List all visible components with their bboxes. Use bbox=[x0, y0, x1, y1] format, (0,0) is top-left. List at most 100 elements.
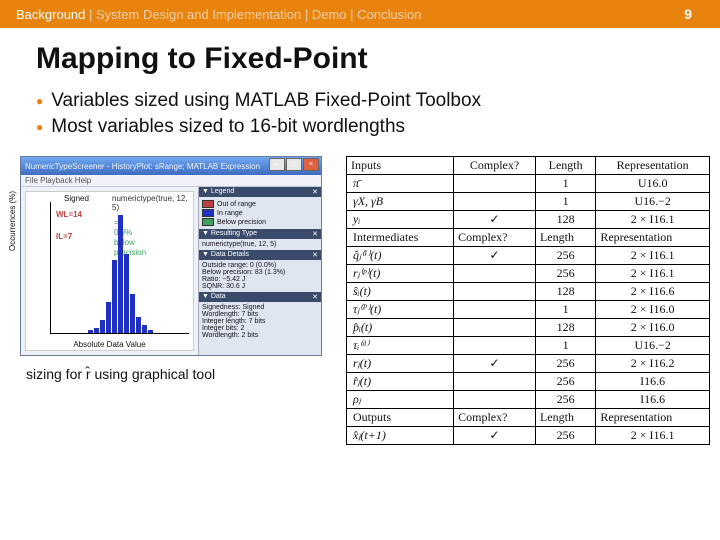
bullet-icon: ● bbox=[36, 116, 43, 138]
section-header: Length bbox=[535, 229, 595, 247]
table-row: q̂ⱼ⁽ᴵ⁾(t)✓2562 × I16.1 bbox=[347, 247, 710, 265]
figure-wrap: NumericTypeScreener - HistoryPlot: sRang… bbox=[20, 156, 340, 445]
histogram-bars bbox=[51, 202, 189, 333]
complex-cell: ✓ bbox=[454, 355, 536, 373]
table-header: Length bbox=[535, 157, 595, 175]
page-number: 9 bbox=[684, 0, 692, 28]
length-cell: 128 bbox=[535, 211, 595, 229]
table-row: γX, γB1U16.−2 bbox=[347, 193, 710, 211]
repr-cell: 2 × I16.0 bbox=[596, 319, 710, 337]
nav-demo[interactable]: Demo bbox=[312, 7, 347, 22]
var-name: ρⱼ bbox=[347, 391, 454, 409]
window-menu[interactable]: File Playback Help bbox=[21, 175, 321, 187]
matlab-window: NumericTypeScreener - HistoryPlot: sRang… bbox=[20, 156, 322, 356]
variable-table: InputsComplex?LengthRepresentationπ̄1U16… bbox=[346, 156, 710, 445]
length-cell: 256 bbox=[535, 265, 595, 283]
length-cell: 1 bbox=[535, 337, 595, 355]
legend-label: In range bbox=[217, 210, 243, 217]
complex-cell bbox=[454, 337, 536, 355]
panel-line: Wordlength: 7 bits bbox=[202, 311, 318, 318]
table-row: ρⱼ 256I16.6 bbox=[347, 391, 710, 409]
table-row: τⱼ⁽ᴾ⁾(t)12 × I16.0 bbox=[347, 301, 710, 319]
table-row: rⱼ(t)✓2562 × I16.2 bbox=[347, 355, 710, 373]
breadcrumb: Background | System Design and Implement… bbox=[16, 7, 422, 22]
panel-line: Wordlength: 2 bits bbox=[202, 332, 318, 339]
repr-cell: 2 × I16.1 bbox=[596, 211, 710, 229]
panel-line: numerictype(true, 12, 5) bbox=[202, 241, 318, 248]
table-row: p̂ᵢ(t) 1282 × I16.0 bbox=[347, 319, 710, 337]
complex-cell: ✓ bbox=[454, 427, 536, 445]
repr-cell: 2 × I16.1 bbox=[596, 247, 710, 265]
bar bbox=[112, 260, 117, 333]
complex-cell bbox=[454, 319, 536, 337]
figure-caption: sizing for r̂ using graphical tool bbox=[26, 366, 340, 382]
complex-cell bbox=[454, 391, 536, 409]
length-cell: 256 bbox=[535, 427, 595, 445]
var-name: π̄ bbox=[347, 175, 454, 193]
var-name: q̂ⱼ⁽ᴵ⁾(t) bbox=[347, 247, 454, 265]
section-header: Length bbox=[535, 409, 595, 427]
section-header: Representation bbox=[596, 409, 710, 427]
bar bbox=[136, 317, 141, 333]
panel-line: Integer length: 7 bits bbox=[202, 318, 318, 325]
bar bbox=[124, 254, 129, 333]
repr-cell: U16.0 bbox=[596, 175, 710, 193]
repr-cell: 2 × I16.6 bbox=[596, 283, 710, 301]
bar bbox=[142, 325, 147, 333]
bullet-list: ● Variables sized using MATLAB Fixed-Poin… bbox=[36, 90, 720, 138]
bar bbox=[88, 330, 93, 333]
section-header: Representation bbox=[596, 229, 710, 247]
complex-cell bbox=[454, 265, 536, 283]
var-name: rⱼ⁽ᵖ⁾(t) bbox=[347, 265, 454, 283]
repr-cell: 2 × I16.2 bbox=[596, 355, 710, 373]
bar bbox=[130, 294, 135, 333]
length-cell: 256 bbox=[535, 355, 595, 373]
bar bbox=[118, 215, 123, 333]
repr-cell: I16.6 bbox=[596, 391, 710, 409]
legend-panel: ▼ Legend✕ Out of rangeIn rangeBelow prec… bbox=[199, 187, 321, 229]
var-name: p̂ᵢ(t) bbox=[347, 319, 454, 337]
repr-cell: I16.6 bbox=[596, 373, 710, 391]
length-cell: 128 bbox=[535, 319, 595, 337]
topbar: Background | System Design and Implement… bbox=[0, 0, 720, 28]
bullet-icon: ● bbox=[36, 90, 43, 112]
length-cell: 256 bbox=[535, 391, 595, 409]
panel-close-icon[interactable]: ✕ bbox=[312, 230, 318, 238]
table-row: yᵢ✓1282 × I16.1 bbox=[347, 211, 710, 229]
nav-background[interactable]: Background bbox=[16, 7, 85, 22]
details-title: ▼ Data Details bbox=[202, 251, 249, 259]
complex-cell bbox=[454, 301, 536, 319]
legend-label: Below precision bbox=[217, 219, 266, 226]
legend-title: ▼ Legend bbox=[202, 188, 234, 196]
complex-cell bbox=[454, 373, 536, 391]
bullet-1: Variables sized using MATLAB Fixed-Point… bbox=[51, 90, 481, 112]
complex-cell bbox=[454, 193, 536, 211]
nav-system-design[interactable]: System Design and Implementation bbox=[96, 7, 301, 22]
var-name: τⱼ⁽ᴾ⁾(t) bbox=[347, 301, 454, 319]
maximize-icon[interactable]: □ bbox=[286, 158, 302, 171]
nav-conclusion[interactable]: Conclusion bbox=[357, 7, 421, 22]
panel-close-icon[interactable]: ✕ bbox=[312, 293, 318, 301]
window-titlebar: NumericTypeScreener - HistoryPlot: sRang… bbox=[21, 157, 321, 175]
length-cell: 1 bbox=[535, 175, 595, 193]
panel-line: Below precision: 83 (1.3%) bbox=[202, 269, 318, 276]
table-row: τᵢ⁽ᵈ⁾1U16.−2 bbox=[347, 337, 710, 355]
plot-axes bbox=[50, 202, 189, 334]
resulting-title: ▼ Resulting Type bbox=[202, 230, 257, 238]
repr-cell: 2 × I16.1 bbox=[596, 427, 710, 445]
minimize-icon[interactable]: – bbox=[269, 158, 285, 171]
complex-cell: ✓ bbox=[454, 211, 536, 229]
panel-close-icon[interactable]: ✕ bbox=[312, 251, 318, 259]
legend-item: Below precision bbox=[202, 218, 318, 226]
bar bbox=[100, 320, 105, 333]
length-cell: 256 bbox=[535, 373, 595, 391]
close-icon[interactable]: × bbox=[303, 158, 319, 171]
resulting-panel: ▼ Resulting Type ✕ numerictype(true, 12, … bbox=[199, 229, 321, 250]
histogram-plot: Signed numerictype(true, 12, 5) WL=14 IL… bbox=[25, 191, 194, 351]
swatch-icon bbox=[202, 200, 214, 208]
var-name: r̂ⱼ(t) bbox=[347, 373, 454, 391]
swatch-icon bbox=[202, 209, 214, 217]
panel-close-icon[interactable]: ✕ bbox=[312, 188, 318, 196]
y-axis-label: Occurrences (%) bbox=[8, 191, 17, 251]
data-panel: ▼ Data✕ Signedness: SignedWordlength: 7 … bbox=[199, 292, 321, 341]
